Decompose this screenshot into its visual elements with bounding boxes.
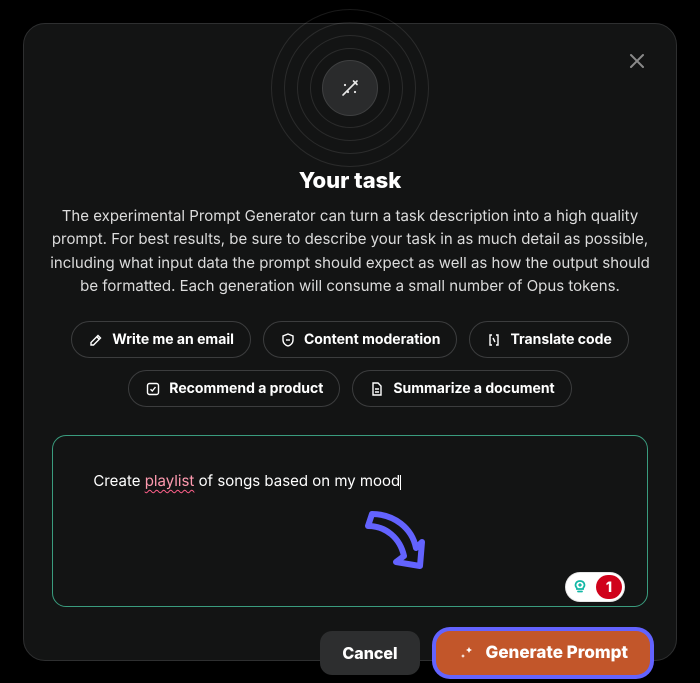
cancel-button[interactable]: Cancel bbox=[320, 631, 419, 675]
chip-write-email[interactable]: Write me an email bbox=[71, 321, 251, 358]
pen-icon bbox=[88, 332, 104, 348]
wand-badge bbox=[322, 60, 378, 116]
document-icon bbox=[369, 381, 385, 397]
close-button[interactable] bbox=[620, 44, 654, 78]
task-input[interactable] bbox=[52, 435, 648, 607]
generate-label: Generate Prompt bbox=[486, 643, 628, 663]
generate-prompt-button[interactable]: Generate Prompt bbox=[436, 631, 650, 675]
chip-label: Recommend a product bbox=[169, 380, 323, 397]
code-brackets-icon bbox=[486, 332, 502, 348]
lightbulb-plus-icon bbox=[566, 573, 594, 601]
chip-label: Content moderation bbox=[304, 331, 441, 348]
chip-summarize-document[interactable]: Summarize a document bbox=[352, 370, 571, 407]
chip-label: Translate code bbox=[510, 331, 611, 348]
chip-label: Summarize a document bbox=[393, 380, 554, 397]
wand-icon bbox=[337, 75, 363, 101]
close-icon bbox=[628, 52, 646, 70]
chip-translate-code[interactable]: Translate code bbox=[469, 321, 628, 358]
example-chips: Write me an email Content moderation Tra… bbox=[60, 321, 640, 407]
checkbox-icon bbox=[145, 381, 161, 397]
prompt-generator-modal: Your task The experimental Prompt Genera… bbox=[23, 23, 677, 661]
badge-count: 1 bbox=[596, 575, 622, 599]
chip-label: Write me an email bbox=[112, 331, 234, 348]
modal-description: The experimental Prompt Generator can tu… bbox=[46, 204, 654, 297]
shield-icon bbox=[280, 332, 296, 348]
cancel-label: Cancel bbox=[342, 643, 397, 663]
header-rings bbox=[270, 8, 430, 168]
sparkles-icon bbox=[458, 644, 476, 662]
modal-actions: Cancel Generate Prompt bbox=[50, 631, 650, 675]
chip-recommend-product[interactable]: Recommend a product bbox=[128, 370, 340, 407]
suggestion-badge[interactable]: 1 bbox=[566, 573, 624, 601]
task-input-wrap: Create playlist of songs based on my moo… bbox=[52, 435, 648, 611]
modal-title: Your task bbox=[46, 168, 654, 194]
chip-content-moderation[interactable]: Content moderation bbox=[263, 321, 458, 358]
